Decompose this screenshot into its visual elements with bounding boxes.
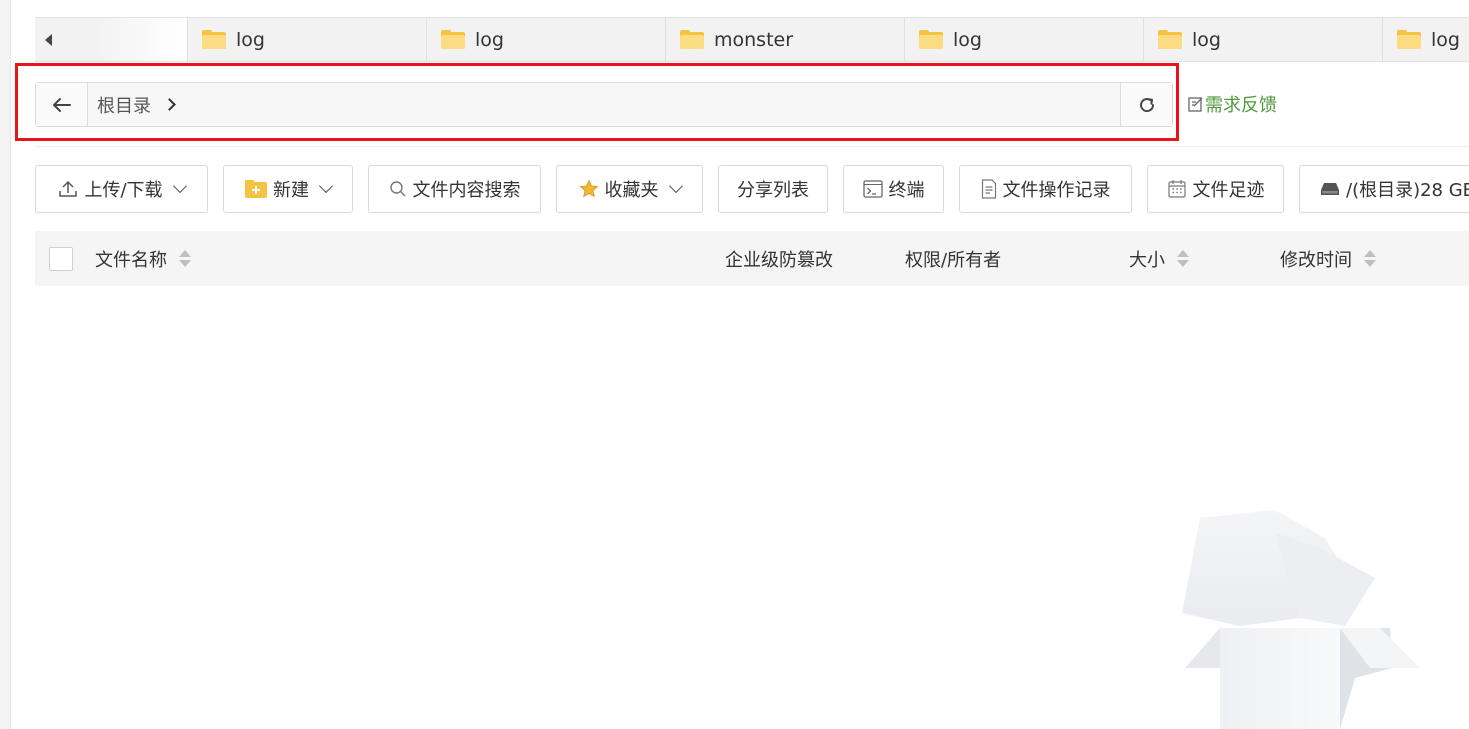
file-trace-button[interactable]: 文件足迹 (1147, 165, 1284, 213)
tab-label: log (236, 28, 265, 51)
refresh-icon (1139, 97, 1154, 112)
folder-icon (919, 30, 943, 49)
share-list-label: 分享列表 (737, 180, 809, 201)
disk-button[interactable]: /(根目录)28 GB (1299, 165, 1469, 213)
disk-icon (1320, 182, 1340, 196)
new-label: 新建 (273, 180, 309, 201)
tab-monster[interactable]: monster (665, 18, 904, 61)
search-icon (389, 180, 407, 198)
empty-box-illustration (1182, 510, 1420, 729)
breadcrumb-root[interactable]: 根目录 (97, 92, 151, 118)
feedback-link[interactable]: 需求反馈 (1187, 92, 1277, 116)
favorites-button[interactable]: 收藏夹 (556, 165, 703, 213)
tab-log-2[interactable]: log (426, 18, 665, 61)
tab-log-4[interactable]: log (1143, 18, 1382, 61)
tab-scroll-left-button[interactable] (35, 18, 187, 61)
tab-label: log (1192, 28, 1221, 51)
content-search-label: 文件内容搜索 (412, 180, 521, 201)
breadcrumb[interactable]: 根目录 (97, 83, 176, 126)
terminal-button[interactable]: 终端 (843, 165, 944, 213)
tab-log-3[interactable]: log (904, 18, 1143, 61)
new-button[interactable]: 新建 (223, 165, 353, 213)
favorites-label: 收藏夹 (604, 180, 659, 201)
file-table-header: 文件名称 企业级防篡改 权限/所有者 大小 修改时间 (35, 231, 1469, 286)
terminal-label: 终端 (888, 180, 925, 201)
sort-icon[interactable] (1177, 250, 1189, 267)
tab-label: log (475, 28, 504, 51)
folder-icon (680, 30, 704, 49)
divider (35, 146, 1469, 147)
left-edge-strip (0, 0, 11, 729)
share-list-button[interactable]: 分享列表 (718, 165, 828, 213)
upload-icon (58, 179, 78, 199)
chevron-down-icon (318, 178, 334, 194)
column-header-mtime[interactable]: 修改时间 (1280, 231, 1376, 286)
refresh-button[interactable] (1120, 83, 1172, 126)
folder-icon (441, 30, 465, 49)
column-header-name[interactable]: 文件名称 (95, 231, 191, 286)
calendar-icon (1167, 179, 1187, 199)
column-label-permission: 权限/所有者 (905, 249, 1002, 271)
select-all-checkbox[interactable] (49, 247, 73, 271)
folder-tab-bar: log log monster log log log (35, 17, 1469, 62)
star-icon (579, 179, 599, 199)
document-icon (981, 179, 997, 199)
triangle-left-icon (45, 34, 52, 46)
column-label-size: 大小 (1129, 249, 1165, 271)
chevron-down-icon (668, 178, 683, 194)
tab-label: log (953, 28, 982, 51)
path-back-button[interactable] (36, 83, 88, 126)
file-trace-label: 文件足迹 (1192, 180, 1265, 201)
operation-log-button[interactable]: 文件操作记录 (959, 165, 1132, 213)
column-label-tamper: 企业级防篡改 (725, 249, 833, 271)
column-label-mtime: 修改时间 (1280, 249, 1352, 271)
folder-icon (1158, 30, 1182, 49)
path-bar: 根目录 (35, 82, 1173, 127)
column-header-size[interactable]: 大小 (1129, 231, 1189, 286)
folder-icon (202, 30, 226, 49)
upload-download-button[interactable]: 上传/下载 (35, 165, 208, 213)
column-header-permission: 权限/所有者 (905, 231, 1001, 286)
content-search-button[interactable]: 文件内容搜索 (368, 165, 541, 213)
arrow-left-icon (52, 97, 71, 112)
upload-download-label: 上传/下载 (84, 180, 163, 201)
tab-log-1[interactable]: log (187, 18, 426, 61)
edit-icon (1188, 97, 1203, 112)
tab-label: monster (714, 28, 794, 51)
tab-log-5[interactable]: log (1382, 18, 1469, 61)
column-label-name: 文件名称 (95, 249, 167, 271)
feedback-label: 需求反馈 (1205, 95, 1277, 116)
chevron-down-icon (172, 178, 187, 194)
operation-log-label: 文件操作记录 (1002, 180, 1111, 201)
disk-label: /(根目录)28 GB (1346, 180, 1469, 201)
new-folder-icon (245, 180, 267, 198)
column-header-tamper: 企业级防篡改 (725, 231, 833, 286)
sort-icon[interactable] (1364, 250, 1376, 267)
terminal-icon (862, 180, 883, 198)
folder-icon (1397, 30, 1421, 49)
tab-label: log (1431, 28, 1460, 51)
chevron-right-icon (163, 98, 176, 111)
sort-icon[interactable] (179, 250, 191, 267)
